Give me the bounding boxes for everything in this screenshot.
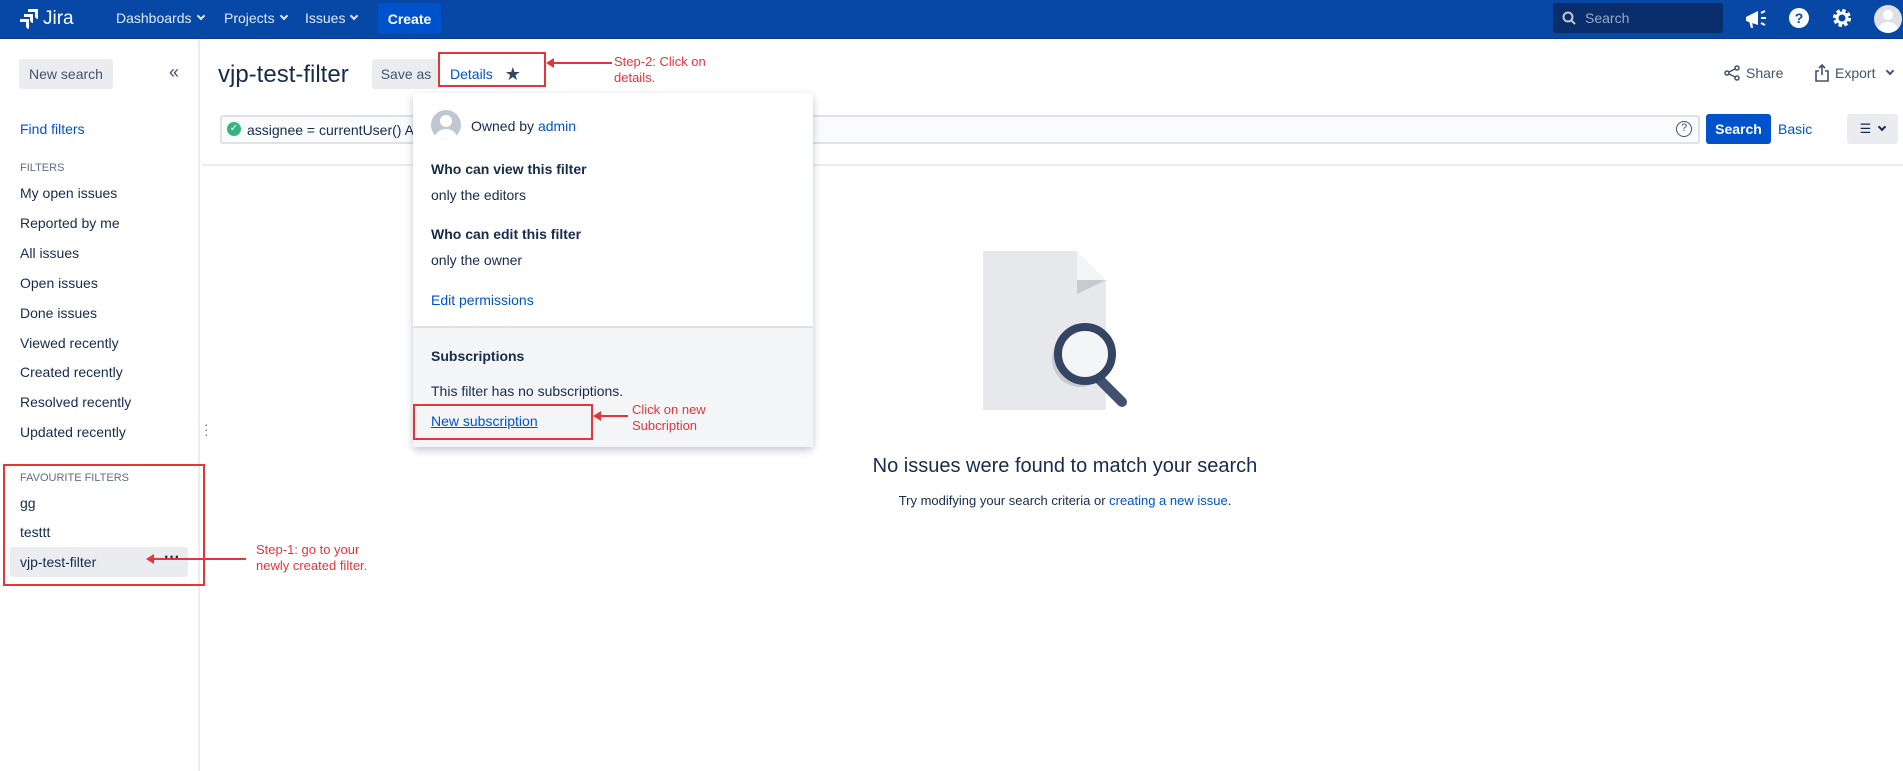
export-label: Export <box>1835 65 1876 81</box>
owner-avatar <box>431 110 461 140</box>
sidebar-filter-item[interactable]: Done issues <box>20 305 97 321</box>
view-permission-value: only the editors <box>431 187 526 203</box>
chevron-down-icon <box>1878 122 1887 132</box>
sidebar-filter-item[interactable]: All issues <box>20 245 79 261</box>
search-placeholder: Search <box>1585 10 1630 26</box>
annotation-step2: Step-2: Click on details. <box>614 54 706 85</box>
sidebar-filter-item[interactable]: Updated recently <box>20 424 126 440</box>
sidebar-filter-item[interactable]: Viewed recently <box>20 335 119 351</box>
nav-issues[interactable]: Issues <box>305 10 359 26</box>
help-icon[interactable]: ? <box>1788 7 1810 29</box>
nav-label: Dashboards <box>116 10 192 26</box>
global-search-input[interactable]: Search <box>1553 3 1723 33</box>
edit-permission-value: only the owner <box>431 252 523 268</box>
layout-switcher-button[interactable]: ☰ <box>1847 114 1898 144</box>
export-icon <box>1815 64 1829 82</box>
search-icon <box>1562 11 1576 25</box>
chevron-down-icon <box>196 11 205 21</box>
filter-details-popup: Owned by admin Who can view this filter … <box>413 93 813 447</box>
resize-handle[interactable]: · · · <box>204 417 209 441</box>
annotation-step1: Step-1: go to your newly created filter. <box>256 542 368 573</box>
sidebar-filter-item[interactable]: My open issues <box>20 185 117 201</box>
create-button[interactable]: Create <box>378 3 441 34</box>
favourite-filter-gg[interactable]: gg <box>20 495 36 511</box>
sidebar-filter-item[interactable]: Resolved recently <box>20 394 131 410</box>
settings-gear-icon[interactable] <box>1831 7 1853 29</box>
edit-permission-heading: Who can edit this filter <box>431 226 582 242</box>
favourite-label: vjp-test-filter <box>20 554 97 570</box>
basic-mode-link[interactable]: Basic <box>1778 121 1812 137</box>
chevron-down-icon <box>350 11 359 21</box>
owner-link[interactable]: admin <box>538 118 576 134</box>
owned-by: Owned by admin <box>471 118 577 134</box>
edit-permissions-link[interactable]: Edit permissions <box>431 292 534 308</box>
share-button[interactable]: Share <box>1724 65 1783 81</box>
find-filters-link[interactable]: Find filters <box>20 121 85 137</box>
sidebar-filter-item[interactable]: Reported by me <box>20 215 120 231</box>
view-permission-heading: Who can view this filter <box>431 161 587 177</box>
annotation-box-new-subscription <box>413 404 593 440</box>
empty-state-text: Try modifying your search criteria or cr… <box>898 493 1232 508</box>
jira-logo[interactable]: Jira <box>20 8 74 30</box>
nav-label: Issues <box>305 10 346 26</box>
chevron-down-icon <box>1886 66 1895 76</box>
favourite-filter-testtt[interactable]: testtt <box>20 524 50 540</box>
annotation-arrow <box>593 411 628 421</box>
subscriptions-empty: This filter has no subscriptions. <box>431 383 624 399</box>
sidebar-filter-item[interactable]: Open issues <box>20 275 98 291</box>
save-as-button[interactable]: Save as <box>372 59 440 89</box>
nav-label: Projects <box>224 10 275 26</box>
syntax-help-icon[interactable]: ? <box>1676 121 1692 137</box>
sidebar-filter-item[interactable]: Created recently <box>20 364 123 380</box>
new-search-button[interactable]: New search <box>19 59 113 89</box>
avatar-body <box>1878 22 1898 33</box>
favourite-filter-vjp-test-filter[interactable]: vjp-test-filter ··· <box>10 547 188 577</box>
top-navigation: Jira Dashboards Projects Issues Create S… <box>0 0 1903 39</box>
search-button[interactable]: Search <box>1706 114 1771 144</box>
avatar-head <box>1883 10 1893 20</box>
chevron-down-icon <box>279 11 288 21</box>
no-results-illustration <box>983 251 1127 410</box>
list-view-icon: ☰ <box>1859 121 1872 136</box>
valid-query-check-icon: ✓ <box>227 122 241 136</box>
megaphone-icon[interactable] <box>1744 8 1768 30</box>
share-icon <box>1724 65 1740 81</box>
nav-projects[interactable]: Projects <box>224 10 288 26</box>
annotation-step3: Click on new Subcription <box>632 402 706 433</box>
annotation-arrow <box>146 554 246 564</box>
favourites-heading: FAVOURITE FILTERS <box>20 472 129 484</box>
annotation-arrow <box>546 58 612 68</box>
share-label: Share <box>1746 65 1784 81</box>
page-title: vjp-test-filter <box>218 61 349 88</box>
create-issue-link[interactable]: creating a new issue <box>1109 493 1228 508</box>
empty-state-title: No issues were found to match your searc… <box>872 455 1258 477</box>
query-text: assignee = currentUser() AI <box>247 122 418 138</box>
export-button[interactable]: Export <box>1815 64 1895 82</box>
svg-text:?: ? <box>1795 10 1804 26</box>
nav-dashboards[interactable]: Dashboards <box>116 10 205 26</box>
collapse-sidebar-icon[interactable]: « <box>169 62 179 83</box>
jira-logo-icon <box>20 9 38 29</box>
annotation-box-details <box>438 52 546 87</box>
user-avatar[interactable] <box>1874 5 1902 33</box>
subscriptions-heading: Subscriptions <box>431 348 525 364</box>
logo-text: Jira <box>43 8 74 29</box>
filters-heading: FILTERS <box>20 162 65 174</box>
